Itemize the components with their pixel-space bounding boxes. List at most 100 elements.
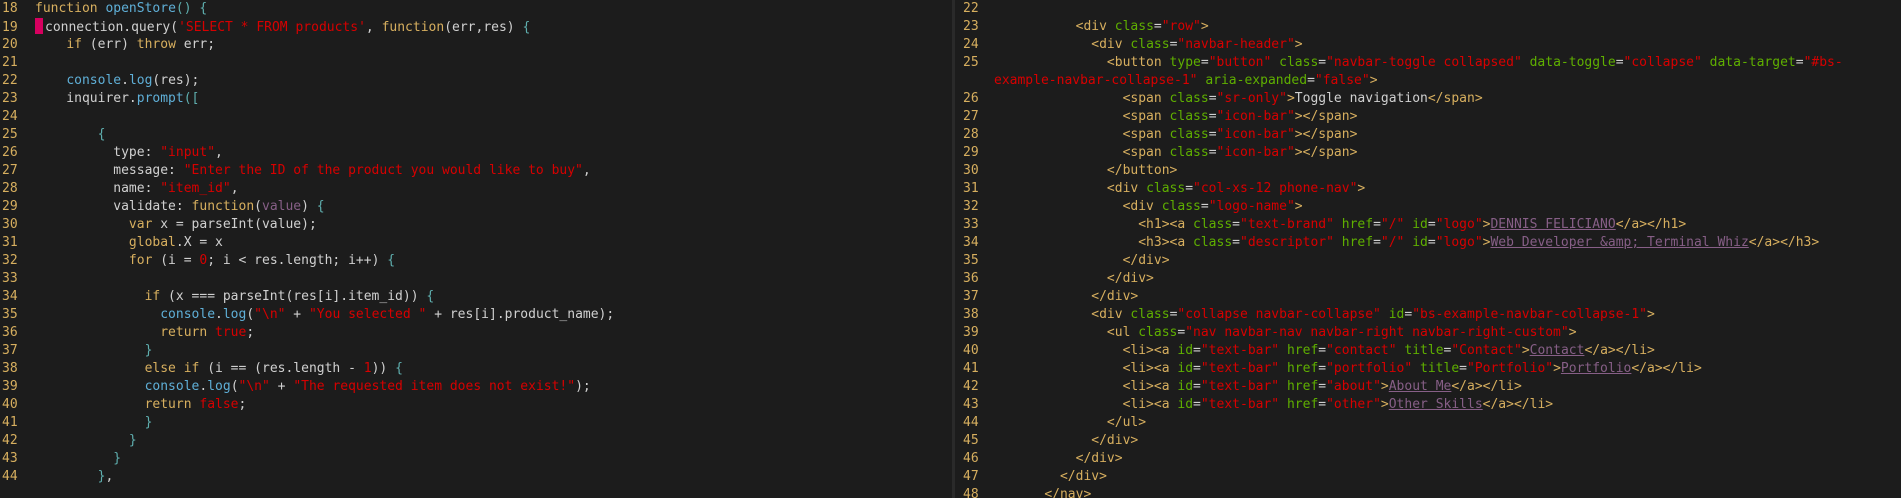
code-token: = [1200,199,1209,214]
code-token: function [381,20,445,35]
line-number: 29 [963,145,979,160]
code-token: console [144,379,200,394]
code-token: > [1200,19,1209,34]
line-number: 25 [2,127,18,142]
line-number: 29 [2,199,18,214]
code-token: = [1427,235,1436,250]
code-token: "item_id" [160,181,231,196]
code-line: 35 </div> [957,252,1901,270]
line-number: 44 [963,415,979,430]
code-token: class [1146,181,1186,196]
code-token: ([ [183,91,200,106]
code-token: id [1412,235,1428,250]
code-token: <span [1122,109,1170,124]
code-token: > [1380,379,1389,394]
code-token: = [1193,397,1201,412]
code-token: id [1177,397,1194,412]
code-token: "col-xs-12 phone-nav" [1193,181,1358,196]
code-token: = [1318,397,1327,412]
code-token: example-navbar-collapse-1" [994,73,1198,88]
code-token: <li><a [1122,361,1178,376]
code-line: 25 { [0,126,951,144]
code-line: 41 } [0,414,951,432]
code-token: x = parseInt(value); [152,217,317,232]
code-line: 32 for (i = 0; i < res.length; i++) { [0,252,951,270]
code-token: console [160,307,216,322]
code-token: = [1459,361,1467,376]
code-token: id [1177,361,1194,376]
code-token: > [1553,361,1561,376]
code-token: + [269,379,294,394]
code-token: prompt [136,91,184,106]
code-link-text: About Me [1388,379,1452,394]
code-line: 21 [0,54,951,72]
line-number: 23 [2,91,18,106]
pane-divider[interactable] [952,0,955,498]
code-line: 22 [957,0,1901,18]
code-line: 46 </div> [957,450,1901,468]
code-token: <h3><a [1138,235,1194,250]
code-token: (x === parseInt(res[i].item_id)) [160,289,427,304]
code-token: </div> [1059,469,1107,484]
code-line: 34 <h3><a class="descriptor" href="/" id… [957,234,1901,252]
code-token: > [1521,343,1530,358]
code-token: </a></h3> [1748,235,1820,250]
code-token: (i = [152,253,200,268]
line-number: 22 [2,73,18,88]
code-token: href [1341,217,1374,232]
code-token: err; [175,37,216,52]
code-token: ); [575,379,591,394]
code-token: > [1380,397,1389,412]
code-line: 23 inquirer.prompt([ [0,90,951,108]
line-number: 37 [963,289,979,304]
code-token: = [1307,73,1315,88]
code-token: "Enter the ID of the product you would l… [183,163,583,178]
code-token: { [522,20,531,35]
code-line: 39 console.log("\n" + "The requested ite… [0,378,951,396]
code-token: , [365,20,382,35]
code-token: = [1232,235,1240,250]
code-token: true [215,325,247,340]
code-token: </div> [1091,433,1139,448]
code-token: "Contact" [1451,343,1522,358]
editor-pane-right[interactable]: 22 23 <div class="row"> 24 <div class="nav… [957,0,1901,498]
code-line: 37 </div> [957,288,1901,306]
code-token: = [1185,181,1194,196]
line-number: 18 [2,1,18,16]
line-number: 40 [2,397,18,412]
code-line: 31 <div class="col-xs-12 phone-nav"> [957,180,1901,198]
line-number: 24 [2,109,18,124]
line-number: 42 [2,433,18,448]
code-line: 37 } [0,342,951,360]
code-token: ></span> [1294,127,1358,142]
code-token: , [582,163,591,178]
line-number: 27 [963,109,979,124]
code-token: openStore [105,1,176,16]
code-line: 45 </div> [957,432,1901,450]
code-token: log [222,307,247,322]
code-token: class [1193,235,1233,250]
code-line: 26 type: "input", [0,144,951,162]
editor-pane-left[interactable]: 18 function openStore() {19 connection.que… [0,0,951,498]
code-token: , [230,181,239,196]
code-line: 35 console.log("\n" + "You selected " + … [0,306,951,324]
code-token: )) [371,361,396,376]
